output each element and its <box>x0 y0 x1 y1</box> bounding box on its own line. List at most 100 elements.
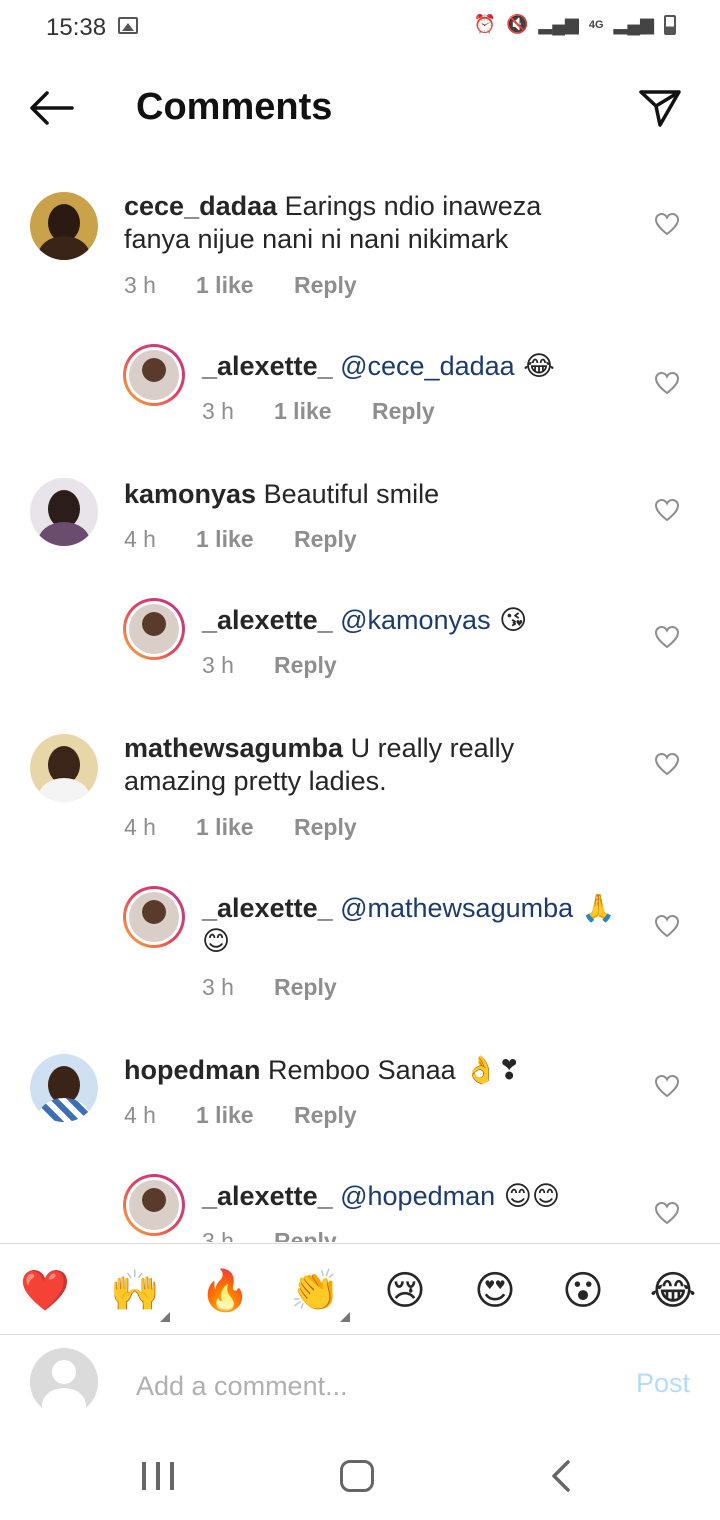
mention-link[interactable]: @cece_dadaa <box>333 351 515 381</box>
reply-button[interactable]: Reply <box>294 1102 357 1129</box>
heart-icon[interactable] <box>654 914 680 938</box>
signal-icon-2: ▂▄▆ <box>613 14 654 34</box>
arrow-left-icon <box>30 91 74 125</box>
avatar[interactable] <box>123 886 185 948</box>
comment-text: mathewsagumba U really really amazing pr… <box>124 733 515 796</box>
comment-username[interactable]: mathewsagumba <box>124 733 343 763</box>
reply-button[interactable]: Reply <box>294 272 357 299</box>
comment-meta: 4 h 1 like Reply <box>124 526 357 553</box>
avatar[interactable] <box>30 478 98 546</box>
comment-time: 4 h <box>124 526 156 552</box>
mention-link[interactable]: @mathewsagumba <box>333 893 573 923</box>
comment-meta: 3 h 1 like Reply <box>124 272 357 299</box>
comment-time: 3 h <box>202 652 234 678</box>
heart-icon[interactable] <box>654 212 680 236</box>
comment-text: cece_dadaa Earings ndio inaweza fanya ni… <box>124 191 542 254</box>
comment-likes[interactable]: 1 like <box>196 814 294 841</box>
heart-icon[interactable] <box>654 498 680 522</box>
comment-item-reply: _alexette_ @hopedman 😊😊 3 h Reply <box>0 1174 720 1242</box>
share-button[interactable] <box>636 86 684 130</box>
header: Comments <box>0 56 720 166</box>
system-nav-bar <box>0 1436 720 1520</box>
alarm-icon: ⏰ <box>473 14 496 34</box>
send-icon <box>639 90 681 127</box>
comment-username[interactable]: hopedman <box>124 1055 261 1085</box>
comment-username[interactable]: _alexette_ <box>202 351 333 381</box>
comment-text: kamonyas Beautiful smile <box>124 479 440 509</box>
comment-meta: 4 h 1 like Reply <box>124 814 357 841</box>
avatar[interactable] <box>30 1054 98 1122</box>
comment-list[interactable]: cece_dadaa Earings ndio inaweza fanya ni… <box>0 166 720 1242</box>
emoji-heart-button[interactable]: ❤️ <box>18 1264 72 1318</box>
comment-time: 3 h <box>202 398 234 424</box>
mute-icon: 🔇 <box>505 14 529 34</box>
comment-meta: 3 h Reply <box>202 1228 337 1242</box>
comment-username[interactable]: cece_dadaa <box>124 191 277 221</box>
reply-button[interactable]: Reply <box>294 814 357 841</box>
network-type-icon: 4G <box>588 18 604 31</box>
emoji-surprised-button[interactable]: 😮 <box>556 1264 610 1318</box>
status-icons: ⏰ 🔇 ▂▄▆ 4G ▂▄▆ <box>474 14 676 35</box>
comment-username[interactable]: kamonyas <box>124 479 256 509</box>
comment-likes[interactable]: 1 like <box>196 272 294 299</box>
emoji-raising-hands-button[interactable]: 🙌 <box>108 1264 162 1318</box>
comment-text: hopedman Remboo Sanaa 👌❣ <box>124 1055 521 1086</box>
skin-tone-indicator <box>340 1312 350 1322</box>
avatar[interactable] <box>30 734 98 802</box>
signal-icon: ▂▄▆ <box>538 14 579 34</box>
comment-likes[interactable]: 1 like <box>274 398 372 425</box>
avatar[interactable] <box>123 598 185 660</box>
recent-apps-button[interactable] <box>142 1462 174 1492</box>
mention-link[interactable]: @kamonyas <box>333 605 490 635</box>
comment-text: _alexette_ @hopedman 😊😊 <box>202 1181 561 1212</box>
skin-tone-indicator <box>160 1312 170 1322</box>
user-avatar <box>30 1348 98 1416</box>
comment-item: kamonyas Beautiful smile 4 h 1 like Repl… <box>0 474 720 574</box>
status-time: 15:38 <box>46 14 107 41</box>
reply-button[interactable]: Reply <box>294 526 357 553</box>
comment-likes[interactable]: 1 like <box>196 1102 294 1129</box>
comment-username[interactable]: _alexette_ <box>202 893 333 923</box>
comment-input[interactable] <box>136 1366 596 1406</box>
battery-icon <box>664 14 676 35</box>
heart-icon[interactable] <box>654 1074 680 1098</box>
emoji-crying-button[interactable]: 😢 <box>378 1264 432 1318</box>
home-button[interactable] <box>340 1460 374 1492</box>
comment-time: 3 h <box>202 1228 234 1242</box>
heart-icon[interactable] <box>654 752 680 776</box>
back-button[interactable] <box>28 86 76 130</box>
avatar[interactable] <box>123 1174 185 1236</box>
post-button[interactable]: Post <box>636 1368 690 1399</box>
avatar[interactable] <box>123 344 185 406</box>
emoji-fire-button[interactable]: 🔥 <box>198 1264 252 1318</box>
reply-button[interactable]: Reply <box>274 652 337 679</box>
comment-username[interactable]: _alexette_ <box>202 605 333 635</box>
comment-item-reply: _alexette_ @kamonyas 😘 3 h Reply <box>0 598 720 698</box>
heart-icon[interactable] <box>654 1201 680 1225</box>
nav-back-button[interactable] <box>546 1458 576 1494</box>
mention-link[interactable]: @hopedman <box>333 1181 495 1211</box>
comment-meta: 3 h Reply <box>202 974 337 1001</box>
comment-item-reply: _alexette_ @cece_dadaa 😂 3 h 1 like Repl… <box>0 344 720 444</box>
reply-button[interactable]: Reply <box>372 398 435 425</box>
page-title: Comments <box>136 86 333 128</box>
gallery-icon <box>118 17 138 34</box>
heart-icon[interactable] <box>654 625 680 649</box>
comment-time: 3 h <box>124 272 156 298</box>
comment-text: _alexette_ @mathewsagumba 🙏 😊 <box>202 893 616 957</box>
emoji-clapping-button[interactable]: 👏 <box>288 1264 342 1318</box>
emoji-quick-bar: ❤️ 🙌 🔥 👏 😢 😍 😮 😂 <box>0 1243 720 1335</box>
emoji-laughing-button[interactable]: 😂 <box>646 1264 700 1318</box>
reply-button[interactable]: Reply <box>274 1228 337 1242</box>
emoji-heart-eyes-button[interactable]: 😍 <box>468 1264 522 1318</box>
comment-meta: 3 h Reply <box>202 652 337 679</box>
comment-username[interactable]: _alexette_ <box>202 1181 333 1211</box>
reply-button[interactable]: Reply <box>274 974 337 1001</box>
status-bar: 15:38 ⏰ 🔇 ▂▄▆ 4G ▂▄▆ <box>0 0 720 56</box>
comment-time: 4 h <box>124 1102 156 1128</box>
avatar[interactable] <box>30 192 98 260</box>
comment-time: 3 h <box>202 974 234 1000</box>
comment-item: cece_dadaa Earings ndio inaweza fanya ni… <box>0 186 720 306</box>
comment-likes[interactable]: 1 like <box>196 526 294 553</box>
heart-icon[interactable] <box>654 371 680 395</box>
